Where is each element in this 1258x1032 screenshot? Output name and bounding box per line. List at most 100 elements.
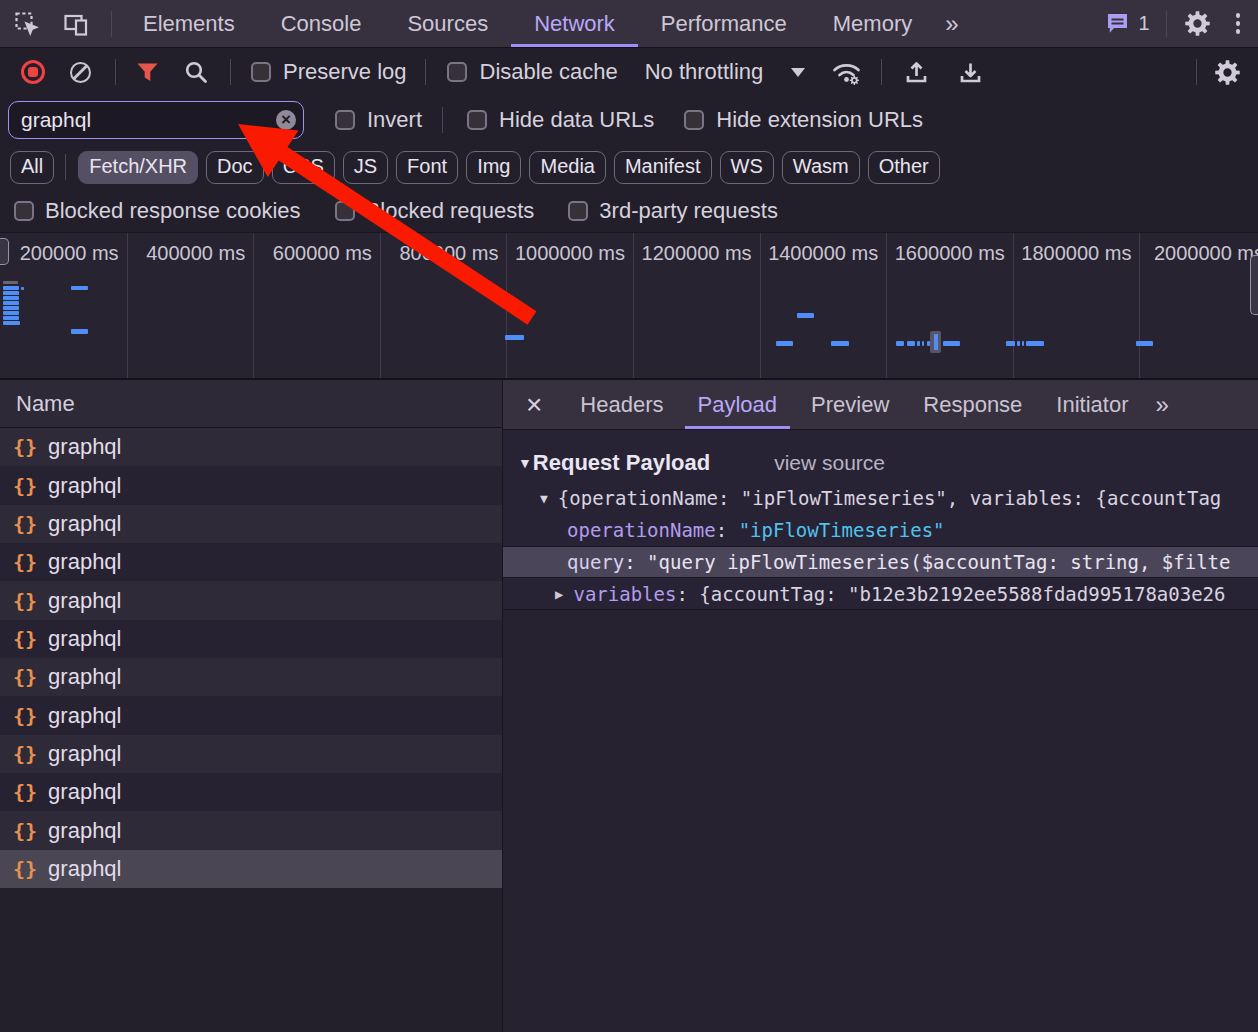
requests-pane: Name {}graphql{}graphql{}graphql{}graphq… <box>0 380 503 1032</box>
menu-kebab-icon[interactable] <box>1228 13 1258 34</box>
tab-performance[interactable]: Performance <box>638 0 810 47</box>
request-row[interactable]: {}graphql <box>0 543 502 581</box>
waterfall-bar <box>3 296 19 300</box>
expand-triangle-icon[interactable]: ▶ <box>555 586 563 602</box>
request-row[interactable]: {}graphql <box>0 581 502 619</box>
waterfall-bar <box>3 291 19 295</box>
tab-memory[interactable]: Memory <box>810 0 935 47</box>
waterfall-bar <box>3 311 19 315</box>
request-row[interactable]: {}graphql <box>0 850 502 888</box>
chip-manifest[interactable]: Manifest <box>614 151 712 184</box>
preserve-log-checkbox[interactable] <box>251 62 271 82</box>
tab-sources[interactable]: Sources <box>384 0 511 47</box>
details-tab-initiator[interactable]: Initiator <box>1039 380 1145 429</box>
chip-doc[interactable]: Doc <box>206 151 264 184</box>
waterfall-bar <box>922 341 924 346</box>
request-row[interactable]: {}graphql <box>0 735 502 773</box>
time-label: 400000 ms <box>146 242 245 265</box>
network-conditions-icon[interactable] <box>830 59 863 86</box>
request-name: graphql <box>48 434 121 460</box>
time-label: 1000000 ms <box>515 242 625 265</box>
filter-bar: × Invert Hide data URLs Hide extension U… <box>0 96 1258 144</box>
waterfall-bar <box>1022 341 1024 346</box>
tab-elements[interactable]: Elements <box>120 0 258 47</box>
inspect-element-icon[interactable] <box>14 11 40 37</box>
request-row[interactable]: {}graphql <box>0 773 502 811</box>
network-settings-gear-icon[interactable] <box>1197 59 1258 86</box>
chip-js[interactable]: JS <box>343 151 388 184</box>
invert-checkbox[interactable] <box>335 110 355 130</box>
name-column-header[interactable]: Name <box>0 380 502 428</box>
request-row[interactable]: {}graphql <box>0 428 502 466</box>
view-source-link[interactable]: view source <box>774 451 885 475</box>
request-row[interactable]: {}graphql <box>0 658 502 696</box>
details-tab-payload[interactable]: Payload <box>681 380 795 429</box>
tab-network[interactable]: Network <box>511 0 638 47</box>
tab-console[interactable]: Console <box>258 0 385 47</box>
hide-extension-urls-checkbox[interactable] <box>684 110 704 130</box>
waterfall-marker <box>930 331 941 353</box>
details-tab-preview[interactable]: Preview <box>794 380 906 429</box>
filter-funnel-icon[interactable] <box>135 61 160 84</box>
details-tab-headers[interactable]: Headers <box>563 380 680 429</box>
fetch-xhr-icon: {} <box>13 742 37 766</box>
device-toolbar-icon[interactable] <box>63 11 90 37</box>
devtools-window: ElementsConsoleSourcesNetworkPerformance… <box>0 0 1258 1032</box>
clear-filter-icon[interactable]: × <box>276 110 296 130</box>
network-overview[interactable]: 200000 ms400000 ms600000 ms800000 ms1000… <box>0 232 1258 380</box>
payload-preview-row[interactable]: ▼{operationName: "ipFlowTimeseries", var… <box>503 482 1258 514</box>
chip-media[interactable]: Media <box>529 151 605 184</box>
hide-data-urls-checkbox[interactable] <box>467 110 487 130</box>
request-row[interactable]: {}graphql <box>0 620 502 658</box>
fetch-xhr-icon: {} <box>13 819 37 843</box>
overview-right-grip[interactable] <box>1250 255 1258 315</box>
disable-cache-checkbox[interactable] <box>447 62 467 82</box>
fetch-xhr-icon: {} <box>13 474 37 498</box>
throttling-dropdown-icon[interactable] <box>791 68 805 77</box>
request-row[interactable]: {}graphql <box>0 811 502 849</box>
network-toolbar: Preserve log Disable cache No throttling <box>0 48 1258 96</box>
blocked-requests-checkbox[interactable] <box>335 201 355 221</box>
clear-network-log-icon[interactable] <box>70 62 91 83</box>
close-details-icon[interactable]: × <box>503 380 563 429</box>
import-har-icon[interactable] <box>904 60 929 85</box>
payload-query-row[interactable]: query: "query ipFlowTimeseries($accountT… <box>503 546 1258 578</box>
chip-ws[interactable]: WS <box>720 151 774 184</box>
collapse-triangle-icon[interactable]: ▼ <box>518 455 532 471</box>
3rd-party-requests-checkbox[interactable] <box>568 201 588 221</box>
chip-img[interactable]: Img <box>466 151 521 184</box>
main-tabbar-tabs: ElementsConsoleSourcesNetworkPerformance… <box>120 0 935 47</box>
request-row[interactable]: {}graphql <box>0 505 502 543</box>
chip-other[interactable]: Other <box>868 151 940 184</box>
settings-gear-icon[interactable] <box>1167 10 1228 37</box>
record-network-log-icon[interactable] <box>21 60 45 84</box>
blocked-response-cookies-checkbox[interactable] <box>14 201 34 221</box>
details-tab-response[interactable]: Response <box>906 380 1039 429</box>
waterfall-bar <box>3 281 18 284</box>
chip-fetch-xhr[interactable]: Fetch/XHR <box>78 151 198 184</box>
waterfall-bar <box>907 341 915 346</box>
filter-input[interactable] <box>8 101 304 139</box>
waterfall-bar <box>3 301 19 305</box>
resource-type-filters: All Fetch/XHRDocCSSJSFontImgMedia Manifest… <box>0 144 1258 190</box>
request-name: graphql <box>48 626 121 652</box>
chip-all[interactable]: All <box>10 151 54 184</box>
issues-icon[interactable] <box>1106 12 1130 35</box>
export-har-icon[interactable] <box>958 60 983 85</box>
expand-triangle-icon[interactable]: ▼ <box>540 491 548 506</box>
grid-line <box>253 233 254 378</box>
payload-variables-row[interactable]: ▶variables: {accountTag: "b12e3b2192ee55… <box>503 578 1258 610</box>
fetch-xhr-icon: {} <box>13 857 37 881</box>
details-more-tabs-icon[interactable]: » <box>1146 380 1175 429</box>
chip-wasm[interactable]: Wasm <box>782 151 860 184</box>
search-icon[interactable] <box>184 60 209 85</box>
request-row[interactable]: {}graphql <box>0 466 502 504</box>
waterfall-bar <box>1006 341 1015 346</box>
chip-css[interactable]: CSS <box>272 151 335 184</box>
fetch-xhr-icon: {} <box>13 704 37 728</box>
more-tabs-icon[interactable]: » <box>935 10 964 38</box>
request-row[interactable]: {}graphql <box>0 696 502 734</box>
chip-font[interactable]: Font <box>396 151 458 184</box>
overview-left-grip[interactable] <box>0 238 9 265</box>
throttling-select[interactable]: No throttling <box>645 59 764 85</box>
